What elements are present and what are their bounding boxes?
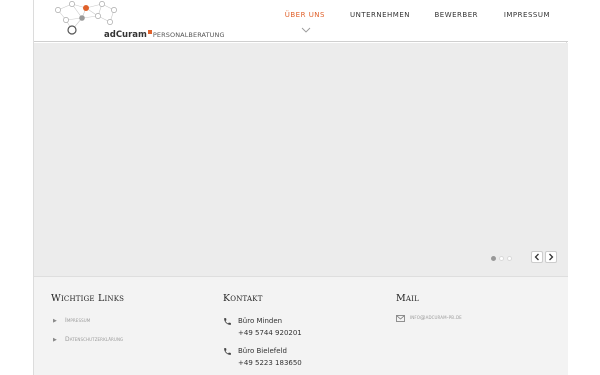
logo[interactable]: adCuram PERSONALBERATUNG (52, 0, 225, 42)
footer-contact-title: Kontakt (223, 293, 263, 304)
slider-prev-button[interactable] (531, 251, 543, 263)
footer-contact-column: Kontakt Büro Minden +49 5744 920201 Büro… (223, 293, 383, 367)
nav-item-ueber-uns[interactable]: ÜBER UNS (285, 11, 325, 19)
page-frame: adCuram PERSONALBERATUNG ÜBER UNS UNTERNE… (33, 0, 568, 375)
chevron-down-icon (301, 27, 311, 33)
phone-icon (224, 348, 231, 355)
logo-dot (147, 30, 152, 34)
slider-next-button[interactable] (545, 251, 557, 263)
site-footer: Wichtige Links ▶ Impressum ▶ Datenschutz… (34, 276, 568, 375)
logo-subtitle: PERSONALBERATUNG (152, 31, 225, 39)
footer-link-label[interactable]: Datenschutzerklärung (65, 336, 123, 343)
triangle-right-icon: ▶ (53, 337, 57, 343)
image-slider (34, 43, 568, 276)
nav-item-bewerber[interactable]: BEWERBER (434, 11, 478, 19)
footer-mail-column: Mail info@adcuram-pb.de (396, 293, 556, 322)
logo-brand: adCuram (104, 30, 147, 40)
site-header: adCuram PERSONALBERATUNG ÜBER UNS UNTERNE… (34, 0, 568, 42)
slider-dot[interactable] (499, 256, 504, 261)
phone-icon (224, 318, 231, 325)
office-name: Büro Minden (238, 317, 283, 325)
footer-link-label[interactable]: Impressum (65, 317, 90, 324)
logo-text: adCuram PERSONALBERATUNG (104, 27, 225, 40)
footer-links-title: Wichtige Links (51, 293, 125, 304)
nav-item-unternehmen[interactable]: UNTERNEHMEN (350, 11, 410, 19)
footer-links-column: Wichtige Links ▶ Impressum ▶ Datenschutz… (51, 293, 211, 343)
footer-mail-title: Mail (396, 293, 419, 304)
envelope-icon (396, 315, 405, 322)
chevron-right-icon (549, 253, 554, 261)
office-name: Büro Bielefeld (238, 347, 287, 355)
mail-address[interactable]: info@adcuram-pb.de (410, 315, 462, 321)
office-phone[interactable]: +49 5744 920201 (238, 329, 302, 337)
office-phone[interactable]: +49 5223 183650 (238, 359, 302, 367)
triangle-right-icon: ▶ (53, 318, 57, 324)
slider-dot[interactable] (507, 256, 512, 261)
nav-item-impressum[interactable]: IMPRESSUM (504, 11, 550, 19)
chevron-left-icon (534, 253, 539, 261)
slider-dot[interactable] (491, 256, 496, 261)
